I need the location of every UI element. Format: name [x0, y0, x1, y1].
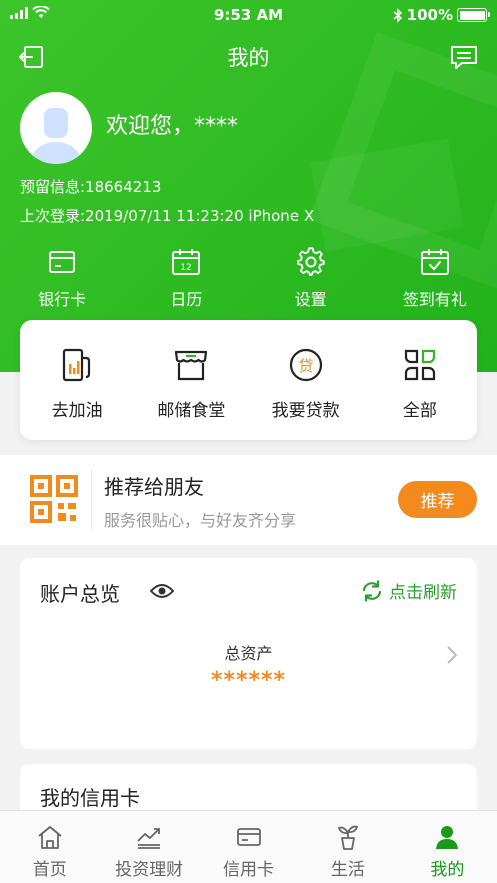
total-assets-value[interactable]: ****** — [20, 668, 477, 693]
message-icon[interactable] — [449, 42, 479, 72]
service-all[interactable]: 全部 — [363, 320, 477, 440]
investment-icon — [137, 828, 161, 849]
bottom-tab-bar: 首页 投资理财 信用卡 生活 我的 — [0, 810, 497, 883]
welcome-text: 欢迎您，**** — [106, 114, 239, 139]
top-bar: 我的 — [0, 36, 497, 76]
service-label: 我要贷款 — [271, 401, 340, 421]
tab-label: 生活 — [330, 860, 365, 880]
tab-investment[interactable]: 投资理财 — [99, 811, 198, 883]
store-icon — [175, 350, 208, 381]
status-bar: 9:53 AM 100% — [0, 0, 497, 30]
refresh-button[interactable]: 点击刷新 — [361, 578, 457, 603]
battery-percent: 100% — [406, 6, 453, 24]
status-battery: 100% — [393, 6, 490, 24]
loan-glyph: 贷 — [298, 357, 313, 375]
service-card: 去加油 邮储食堂 贷 我要贷款 全部 — [20, 320, 477, 440]
refresh-label: 点击刷新 — [389, 583, 457, 603]
service-label: 全部 — [402, 401, 437, 421]
divider — [91, 469, 92, 529]
quick-label: 签到有礼 — [402, 290, 467, 309]
quick-label: 日历 — [170, 290, 203, 309]
quick-label: 设置 — [294, 290, 327, 309]
tab-label: 我的 — [430, 860, 465, 880]
page-title: 我的 — [227, 46, 270, 70]
reserved-info: 预留信息:18664213 — [20, 178, 162, 196]
avatar[interactable] — [20, 92, 92, 164]
loan-icon: 贷 — [289, 348, 322, 382]
eye-icon[interactable] — [150, 580, 174, 602]
tab-label: 首页 — [32, 860, 67, 880]
recommend-banner[interactable]: 推荐给朋友 服务很贴心，与好友齐分享 推荐 — [0, 455, 497, 545]
credit-card-icon — [236, 828, 261, 846]
fuel-pump-icon — [63, 348, 91, 382]
service-canteen[interactable]: 邮储食堂 — [134, 320, 248, 440]
recommend-button[interactable]: 推荐 — [398, 481, 477, 518]
tab-credit-card[interactable]: 信用卡 — [199, 811, 298, 883]
account-title: 账户总览 — [40, 582, 120, 606]
tab-label: 投资理财 — [115, 860, 184, 880]
quick-actions: 银行卡 12 日历 设置 签到有礼 — [0, 246, 497, 310]
quick-label: 银行卡 — [38, 290, 87, 309]
home-icon — [38, 826, 62, 849]
qr-code-icon — [30, 475, 78, 523]
account-overview-card: 账户总览 点击刷新 总资产 ****** — [20, 558, 477, 749]
service-fuel[interactable]: 去加油 — [20, 320, 134, 440]
bank-card-icon — [49, 251, 76, 273]
person-icon — [436, 826, 459, 849]
quick-bank-card[interactable]: 银行卡 — [0, 246, 124, 310]
total-assets-label: 总资产 — [224, 644, 273, 663]
chevron-right-icon[interactable] — [445, 644, 459, 666]
credit-card-title: 我的信用卡 — [40, 786, 140, 810]
service-label: 邮储食堂 — [157, 401, 226, 421]
service-loan[interactable]: 贷 我要贷款 — [249, 320, 363, 440]
gear-icon — [296, 247, 325, 276]
refresh-icon — [362, 579, 382, 602]
plant-icon — [337, 825, 359, 850]
recommend-subtitle: 服务很贴心，与好友齐分享 — [104, 511, 297, 530]
tab-mine[interactable]: 我的 — [398, 811, 497, 883]
quick-settings[interactable]: 设置 — [249, 246, 373, 310]
battery-icon — [457, 8, 490, 22]
tab-life[interactable]: 生活 — [298, 811, 397, 883]
service-label: 去加油 — [51, 401, 103, 421]
tab-home[interactable]: 首页 — [0, 811, 99, 883]
calendar-day: 12 — [181, 263, 192, 273]
last-login: 上次登录:2019/07/11 11:23:20 iPhone X — [20, 207, 315, 225]
grid-all-icon — [404, 349, 435, 381]
calendar-icon: 12 — [172, 249, 201, 275]
avatar-placeholder-icon — [30, 108, 82, 164]
quick-calendar[interactable]: 12 日历 — [124, 246, 248, 310]
checkin-calendar-icon — [420, 249, 449, 275]
tab-label: 信用卡 — [223, 860, 275, 880]
bluetooth-icon — [393, 7, 402, 23]
recommend-title: 推荐给朋友 — [104, 475, 204, 499]
quick-checkin[interactable]: 签到有礼 — [373, 246, 497, 310]
